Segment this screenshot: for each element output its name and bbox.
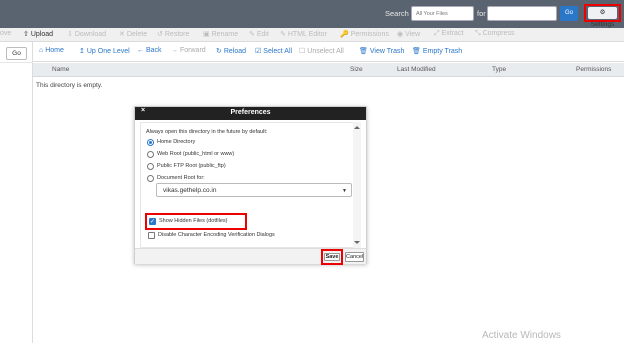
html-editor-button[interactable]: ✎ HTML Editor: [280, 30, 327, 38]
view-trash-button[interactable]: 🗑 View Trash: [359, 47, 404, 55]
directory-sidebar: Go: [0, 42, 33, 343]
cancel-button[interactable]: Cancel: [345, 252, 364, 262]
extract-icon: ⤢: [434, 30, 440, 37]
sidebar-path-row: Go: [0, 45, 33, 63]
radio-public-ftp-root[interactable]: [147, 163, 154, 170]
gear-icon: ⚙: [599, 9, 606, 16]
show-hidden-highlight: ✓ Show Hidden Files (dotfiles): [145, 213, 247, 230]
preferences-dialog: × Preferences Always open this directory…: [134, 106, 367, 265]
dialog-header: × Preferences: [135, 107, 366, 120]
save-button[interactable]: Save: [324, 253, 340, 261]
checkbox-empty-icon: ☐: [299, 48, 306, 55]
dialog-scrollbar[interactable]: [353, 122, 361, 248]
search-scope-select[interactable]: All Your Files: [411, 6, 474, 21]
empty-directory-message: This directory is empty.: [36, 82, 103, 89]
select-all-button[interactable]: ☑ Select All: [255, 47, 292, 55]
home-icon: ⌂: [39, 47, 44, 54]
arrow-right-icon: →: [171, 47, 178, 54]
upload-icon: ⇧: [23, 31, 29, 38]
activate-windows-watermark: Activate Windows: [482, 330, 561, 341]
compress-icon: ⤡: [475, 30, 481, 37]
column-size[interactable]: Size: [350, 66, 363, 73]
download-icon: ⇩: [67, 31, 73, 38]
navigation-toolbar: ⌂ Home ↥ Up One Level ← Back → Forward ↻ Relo…: [33, 42, 624, 62]
search-input[interactable]: [487, 6, 557, 21]
file-table-header: Name Size Last Modified Type Permissions: [33, 63, 624, 77]
chevron-down-icon: ▼: [342, 188, 347, 194]
compress-button[interactable]: ⤡ Compress: [475, 30, 515, 38]
edit-button[interactable]: ✎ Edit: [249, 30, 269, 38]
scroll-up-icon[interactable]: [354, 126, 360, 129]
unselect-all-button[interactable]: ☐ Unselect All: [299, 47, 344, 55]
dialog-footer: Save Cancel: [135, 248, 366, 265]
top-bar: Search All Your Files for Go ⚙ Settings: [0, 0, 624, 28]
permissions-button[interactable]: 🔑 Permissions: [340, 30, 389, 38]
delete-icon: ✕: [119, 31, 125, 38]
column-permissions[interactable]: Permissions: [576, 66, 611, 73]
arrow-left-icon: ←: [137, 47, 144, 54]
restore-button[interactable]: ↺ Restore: [157, 30, 189, 38]
download-button[interactable]: ⇩ Download: [67, 30, 106, 38]
scroll-down-icon[interactable]: [354, 241, 360, 244]
restore-icon: ↺: [157, 31, 163, 38]
edit-icon: ✎: [249, 31, 255, 38]
trash-icon: 🗑: [359, 48, 368, 55]
delete-button[interactable]: ✕ Delete: [119, 30, 147, 38]
dialog-title: Preferences: [230, 109, 271, 116]
rename-icon: ▣: [203, 31, 210, 38]
radio-web-root[interactable]: [147, 151, 154, 158]
rename-button[interactable]: ▣ Rename: [203, 30, 238, 38]
disable-encoding-checkbox[interactable]: [148, 232, 155, 239]
empty-trash-button[interactable]: 🗑 Empty Trash: [412, 47, 462, 55]
checkbox-checked-icon: ☑: [255, 48, 262, 55]
upload-button[interactable]: ⇧ Upload: [23, 30, 53, 38]
reload-button[interactable]: ↻ Reload: [216, 47, 246, 55]
home-button[interactable]: ⌂ Home: [39, 47, 64, 54]
settings-label: Settings: [590, 21, 615, 28]
key-icon: 🔑: [340, 31, 349, 38]
show-hidden-checkbox[interactable]: ✓: [149, 218, 156, 225]
search-label: Search: [385, 9, 409, 18]
show-hidden-label: Show Hidden Files (dotfiles): [159, 218, 228, 224]
html-editor-icon: ✎: [280, 31, 286, 38]
default-directory-intro: Always open this directory in the future…: [146, 129, 268, 135]
document-root-select[interactable]: vikas.gethelp.co.in ▼: [156, 183, 352, 197]
level-up-icon: ↥: [79, 48, 85, 55]
reload-icon: ↻: [216, 48, 222, 55]
trash-empty-icon: 🗑: [412, 48, 421, 55]
radio-document-root[interactable]: [147, 175, 154, 182]
forward-button[interactable]: → Forward: [171, 47, 206, 54]
extract-button[interactable]: ⤢ Extract: [434, 30, 463, 38]
column-name[interactable]: Name: [52, 66, 69, 73]
search-go-button[interactable]: Go: [560, 6, 578, 21]
save-highlight: Save: [321, 249, 343, 265]
for-label: for: [477, 9, 486, 18]
column-last-modified[interactable]: Last Modified: [397, 66, 436, 73]
up-one-level-button[interactable]: ↥ Up One Level: [79, 47, 130, 55]
sidebar-go-button[interactable]: Go: [6, 47, 27, 60]
dialog-body: Always open this directory in the future…: [140, 122, 354, 248]
view-button[interactable]: ◉ View: [397, 30, 420, 38]
settings-highlight: ⚙ Settings: [584, 4, 621, 28]
settings-button[interactable]: ⚙ Settings: [588, 7, 617, 28]
column-type[interactable]: Type: [492, 66, 506, 73]
radio-home-directory[interactable]: [147, 139, 154, 146]
eye-icon: ◉: [397, 31, 404, 38]
file-actions-toolbar: ove ⇧ Upload ⇩ Download ✕ Delete ↺ Restore ▣…: [0, 28, 624, 42]
back-button[interactable]: ← Back: [137, 47, 162, 54]
disable-encoding-label: Disable Character Encoding Verification …: [158, 232, 275, 238]
move-button[interactable]: ove: [0, 30, 11, 37]
document-root-value: vikas.gethelp.co.in: [163, 187, 217, 194]
